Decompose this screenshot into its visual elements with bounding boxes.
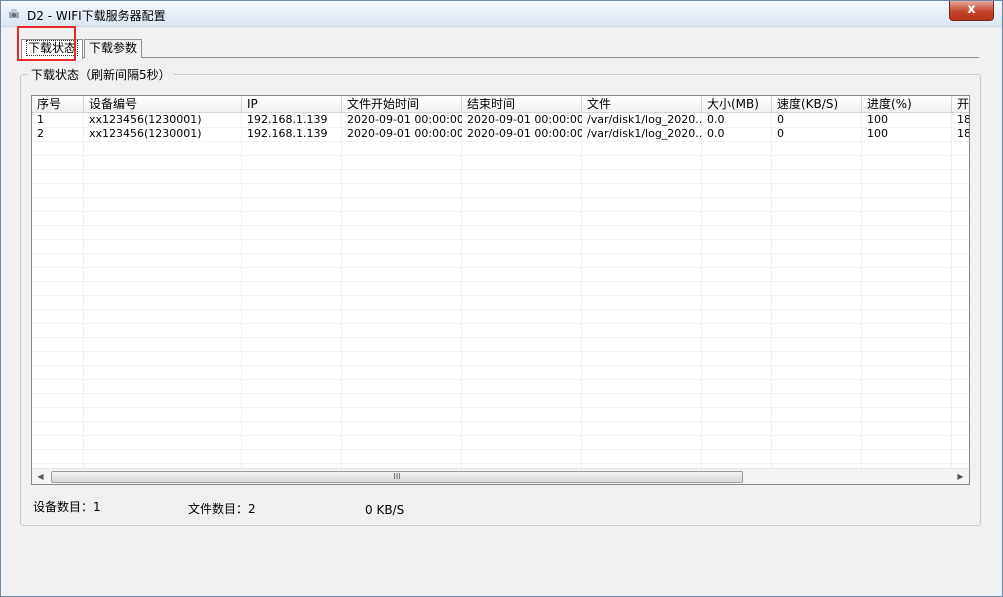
row-divider — [32, 253, 969, 254]
cell-file: /var/disk1/log_2020... — [587, 113, 702, 126]
column-header-start[interactable]: 开 — [952, 96, 969, 113]
cell-file: /var/disk1/log_2020... — [587, 127, 702, 140]
tab-strip-border — [21, 57, 979, 58]
grid-line — [341, 113, 342, 470]
cell-speed: 0 — [777, 127, 784, 140]
grid-line — [581, 113, 582, 470]
close-button[interactable]: x — [949, 1, 994, 21]
grid-line — [701, 113, 702, 470]
grid-line — [83, 113, 84, 470]
column-header-file[interactable]: 文件 — [582, 96, 702, 113]
highlight-box — [17, 26, 76, 61]
speed-label: 0 KB/S — [365, 503, 405, 517]
row-divider — [32, 351, 969, 352]
cell-ip: 192.168.1.139 — [247, 127, 328, 140]
table-body: 1 xx123456(1230001) 192.168.1.139 2020-0… — [32, 113, 970, 470]
row-divider — [32, 141, 969, 142]
table-header: 序号 设备编号 IP 文件开始时间 结束时间 文件 大小(MB) 速度(KB/S… — [32, 96, 969, 113]
title-bar[interactable]: D2 - WIFI下载服务器配置 x — [1, 1, 1002, 27]
column-header-size[interactable]: 大小(MB) — [702, 96, 772, 113]
grid-line — [861, 113, 862, 470]
app-icon — [9, 9, 19, 18]
cell-progress: 100 — [867, 113, 888, 126]
cell-size: 0.0 — [707, 113, 725, 126]
download-list[interactable]: 序号 设备编号 IP 文件开始时间 结束时间 文件 大小(MB) 速度(KB/S… — [31, 95, 970, 485]
tab-download-params[interactable]: 下载参数 — [84, 39, 143, 58]
cell-progress: 100 — [867, 127, 888, 140]
row-divider — [32, 239, 969, 240]
device-count-label: 设备数目：1 — [33, 500, 101, 514]
row-divider — [32, 211, 969, 212]
cell-start-time: 2020-09-01 00:00:00 — [347, 113, 462, 126]
table-row[interactable]: 1 xx123456(1230001) 192.168.1.139 2020-0… — [32, 113, 970, 127]
row-divider — [32, 463, 969, 464]
cell-start-time: 2020-09-01 00:00:00 — [347, 127, 462, 140]
cell-end-time: 2020-09-01 00:00:00 — [467, 113, 582, 126]
row-divider — [32, 183, 969, 184]
row-divider — [32, 379, 969, 380]
window-title: D2 - WIFI下载服务器配置 — [27, 9, 166, 23]
column-header-ip[interactable]: IP — [242, 96, 342, 113]
scroll-thumb[interactable]: III — [51, 471, 743, 483]
cell-start: 18 — [957, 127, 970, 140]
cell-speed: 0 — [777, 113, 784, 126]
row-divider — [32, 295, 969, 296]
row-divider — [32, 449, 969, 450]
row-divider — [32, 435, 969, 436]
app-window: D2 - WIFI下载服务器配置 x 下载状态 下载参数 下载状态（刷新间隔5秒… — [0, 0, 1003, 597]
row-divider — [32, 393, 969, 394]
column-header-speed[interactable]: 速度(KB/S) — [772, 96, 862, 113]
row-divider — [32, 155, 969, 156]
group-label: 下载状态（刷新间隔5秒） — [28, 66, 174, 83]
row-divider — [32, 337, 969, 338]
cell-device-id: xx123456(1230001) — [89, 127, 202, 140]
column-header-end-time[interactable]: 结束时间 — [462, 96, 582, 113]
row-divider — [32, 267, 969, 268]
grid-line — [951, 113, 952, 470]
horizontal-scrollbar[interactable]: ◀ III ▶ — [32, 468, 969, 484]
row-divider — [32, 169, 969, 170]
file-count-label: 文件数目：2 — [188, 502, 256, 516]
table-row[interactable]: 2 xx123456(1230001) 192.168.1.139 2020-0… — [32, 127, 970, 141]
row-divider — [32, 421, 969, 422]
row-divider — [32, 323, 969, 324]
row-divider — [32, 365, 969, 366]
cell-index: 2 — [37, 127, 44, 140]
cell-ip: 192.168.1.139 — [247, 113, 328, 126]
cell-device-id: xx123456(1230001) — [89, 113, 202, 126]
grid-line — [771, 113, 772, 470]
cell-size: 0.0 — [707, 127, 725, 140]
scroll-right-icon[interactable]: ▶ — [952, 469, 969, 484]
column-header-index[interactable]: 序号 — [32, 96, 84, 113]
row-divider — [32, 197, 969, 198]
tab-label: 下载参数 — [89, 41, 138, 55]
grid-line — [461, 113, 462, 470]
row-divider — [32, 309, 969, 310]
cell-start: 18 — [957, 113, 970, 126]
row-divider — [32, 225, 969, 226]
column-header-start-time[interactable]: 文件开始时间 — [342, 96, 462, 113]
cell-index: 1 — [37, 113, 44, 126]
row-divider — [32, 281, 969, 282]
column-header-progress[interactable]: 进度(%) — [862, 96, 952, 113]
grid-line — [241, 113, 242, 470]
close-icon: x — [967, 2, 976, 17]
column-header-device-id[interactable]: 设备编号 — [84, 96, 242, 113]
scroll-left-icon[interactable]: ◀ — [32, 469, 49, 484]
cell-end-time: 2020-09-01 00:00:00 — [467, 127, 582, 140]
row-divider — [32, 407, 969, 408]
